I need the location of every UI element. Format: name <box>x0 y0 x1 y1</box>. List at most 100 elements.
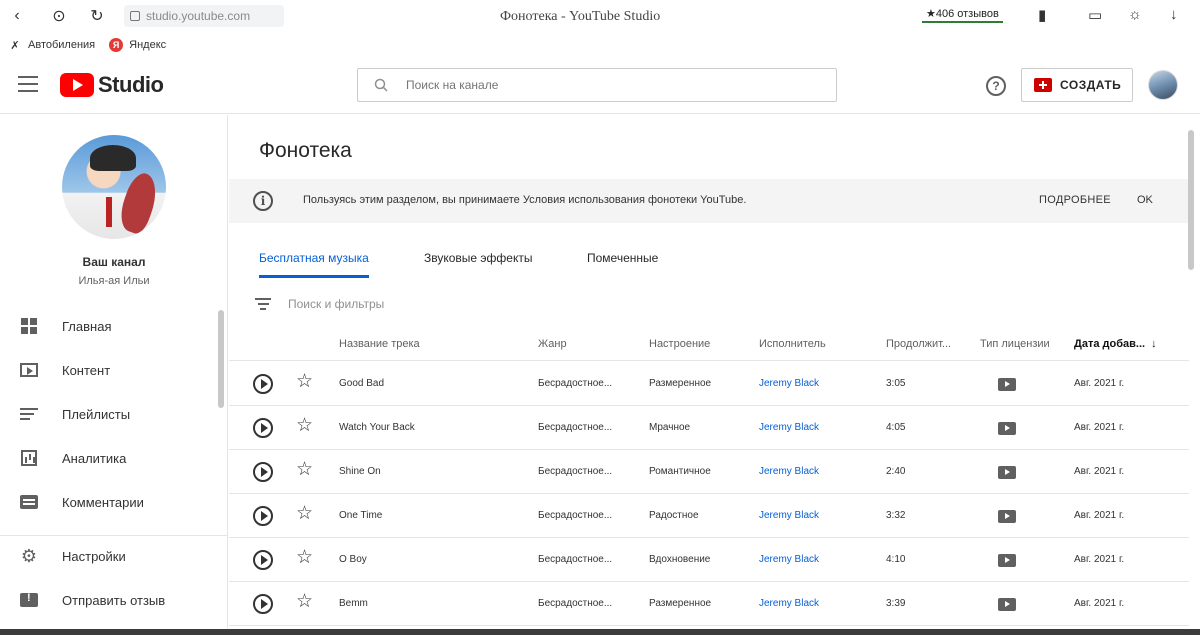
column-header-title[interactable]: Название трека <box>339 338 420 350</box>
info-icon: i <box>253 191 273 211</box>
create-video-icon <box>1034 78 1052 92</box>
battery-icon[interactable]: ▭ <box>1088 6 1102 24</box>
playlists-icon <box>20 405 38 423</box>
back-icon[interactable]: ‹ <box>6 5 28 27</box>
page-scrollbar[interactable] <box>1188 130 1194 270</box>
tab-starred[interactable]: Помеченные <box>587 251 658 275</box>
bookmark-icon[interactable]: ▮ <box>1038 6 1046 24</box>
sidebar-item-feedback[interactable]: Отправить отзыв <box>0 580 228 620</box>
play-icon[interactable] <box>253 594 273 614</box>
sidebar-item-settings[interactable]: ⚙ Настройки <box>0 536 228 576</box>
column-header-mood[interactable]: Настроение <box>649 338 710 350</box>
column-header-date[interactable]: Дата добав... ↓ <box>1074 338 1157 350</box>
search-icon <box>374 78 388 92</box>
track-row[interactable]: ☆ Bemm Бесрадостное... Размеренное Jeremy Bl… <box>229 582 1189 626</box>
reviews-badge[interactable]: ★406 отзывов <box>922 6 1003 23</box>
channel-search[interactable] <box>357 68 837 102</box>
column-header-license[interactable]: Тип лицензии <box>980 338 1050 350</box>
sidebar-item-label: Комментарии <box>62 494 144 510</box>
tab-sound-effects[interactable]: Звуковые эффекты <box>424 251 532 275</box>
bookmark-item[interactable]: Я Яндекс <box>109 38 166 52</box>
track-artist[interactable]: Jeremy Black <box>759 554 819 565</box>
track-row[interactable]: ☆ Shine On Бесрадостное... Романтичное Jerem… <box>229 450 1189 494</box>
sidebar-item-analytics[interactable]: Аналитика <box>0 438 228 478</box>
play-icon[interactable] <box>253 462 273 482</box>
track-title: Good Bad <box>339 378 385 389</box>
reload-icon[interactable]: ↻ <box>86 5 108 27</box>
bookmark-label: Яндекс <box>129 39 167 51</box>
bookmark-item[interactable]: ✗ Автобиления <box>8 38 95 52</box>
extension-icon[interactable]: ☼ <box>1128 6 1142 23</box>
account-avatar[interactable] <box>1148 70 1178 100</box>
content-icon <box>20 361 38 379</box>
help-icon[interactable]: ? <box>986 76 1006 96</box>
ok-button[interactable]: OK <box>1137 194 1153 206</box>
track-row[interactable]: ☆ O Boy Бесрадостное... Вдохновение Jeremy B… <box>229 538 1189 582</box>
play-icon[interactable] <box>253 374 273 394</box>
youtube-license-icon <box>998 466 1016 479</box>
search-input[interactable] <box>406 78 806 92</box>
address-bar[interactable]: studio.youtube.com <box>124 5 284 27</box>
track-artist[interactable]: Jeremy Black <box>759 598 819 609</box>
track-genre: Бесрадостное... <box>538 510 613 521</box>
sidebar-item-dashboard[interactable]: Главная <box>0 306 228 346</box>
track-duration: 3:39 <box>886 598 906 609</box>
filter-icon[interactable] <box>255 298 271 310</box>
sidebar-item-content[interactable]: Контент <box>0 350 228 390</box>
history-icon[interactable]: ⊙ <box>48 5 70 27</box>
track-mood: Романтичное <box>649 466 711 477</box>
column-header-genre[interactable]: Жанр <box>538 338 567 350</box>
download-icon[interactable]: ↓ <box>1170 6 1178 23</box>
sidebar-item-comments[interactable]: Комментарии <box>0 482 228 522</box>
track-artist[interactable]: Jeremy Black <box>759 378 819 389</box>
channel-name: Ваш канал <box>82 255 146 269</box>
sidebar-item-playlists[interactable]: Плейлисты <box>0 394 228 434</box>
track-row[interactable]: ☆ Good Bad Бесрадостное... Размеренное Jerem… <box>229 362 1189 406</box>
track-artist[interactable]: Jeremy Black <box>759 510 819 521</box>
play-icon[interactable] <box>253 506 273 526</box>
sidebar-item-label: Отправить отзыв <box>62 592 166 608</box>
tab-free-music[interactable]: Бесплатная музыка <box>259 251 369 278</box>
track-mood: Размеренное <box>649 598 712 609</box>
analytics-icon <box>20 449 38 467</box>
youtube-license-icon <box>998 554 1016 567</box>
logo-text: Studio <box>98 72 164 97</box>
tab-title: Фонотека - YouTube Studio <box>500 9 661 24</box>
menu-icon[interactable] <box>18 76 38 92</box>
star-icon[interactable]: ☆ <box>296 548 313 567</box>
star-icon[interactable]: ☆ <box>296 460 313 479</box>
track-row[interactable]: ☆ Watch Your Back Бесрадостное... Мрачное Je… <box>229 406 1189 450</box>
sort-down-icon[interactable]: ↓ <box>1151 338 1157 350</box>
track-artist[interactable]: Jeremy Black <box>759 422 819 433</box>
feedback-icon <box>20 591 38 609</box>
track-duration: 4:10 <box>886 554 906 565</box>
studio-logo[interactable]: Studio <box>60 72 164 98</box>
column-header-artist[interactable]: Исполнитель <box>759 338 826 350</box>
sidebar-scrollbar[interactable] <box>218 310 224 408</box>
comments-icon <box>20 493 38 511</box>
star-icon[interactable]: ☆ <box>296 416 313 435</box>
star-icon[interactable]: ☆ <box>296 592 313 611</box>
track-duration: 3:32 <box>886 510 906 521</box>
bookmark-label: Автобиления <box>28 39 96 51</box>
column-header-date-label: Дата добав... <box>1074 338 1146 350</box>
star-icon[interactable]: ☆ <box>296 372 313 391</box>
track-row[interactable]: ☆ One Time Бесрадостное... Радостное Jeremy … <box>229 494 1189 538</box>
track-artist[interactable]: Jeremy Black <box>759 466 819 477</box>
track-genre: Бесрадостное... <box>538 598 613 609</box>
play-icon[interactable] <box>253 550 273 570</box>
play-icon[interactable] <box>253 418 273 438</box>
track-title: Watch Your Back <box>339 422 415 433</box>
column-header-duration[interactable]: Продолжит... <box>886 338 951 350</box>
filter-bar[interactable]: Поиск и фильтры <box>229 289 1189 319</box>
channel-avatar[interactable] <box>62 135 166 239</box>
track-mood: Размеренное <box>649 378 712 389</box>
youtube-license-icon <box>998 422 1016 435</box>
track-date: Авг. 2021 г. <box>1074 510 1125 521</box>
create-button[interactable]: СОЗДАТЬ <box>1021 68 1133 102</box>
sidebar-item-label: Главная <box>62 318 112 334</box>
learn-more-button[interactable]: ПОДРОБНЕЕ <box>1039 194 1111 206</box>
star-icon[interactable]: ☆ <box>296 504 313 523</box>
banner-text: Пользуясь этим разделом, вы принимаете У… <box>303 194 747 206</box>
filter-input[interactable]: Поиск и фильтры <box>288 297 384 311</box>
